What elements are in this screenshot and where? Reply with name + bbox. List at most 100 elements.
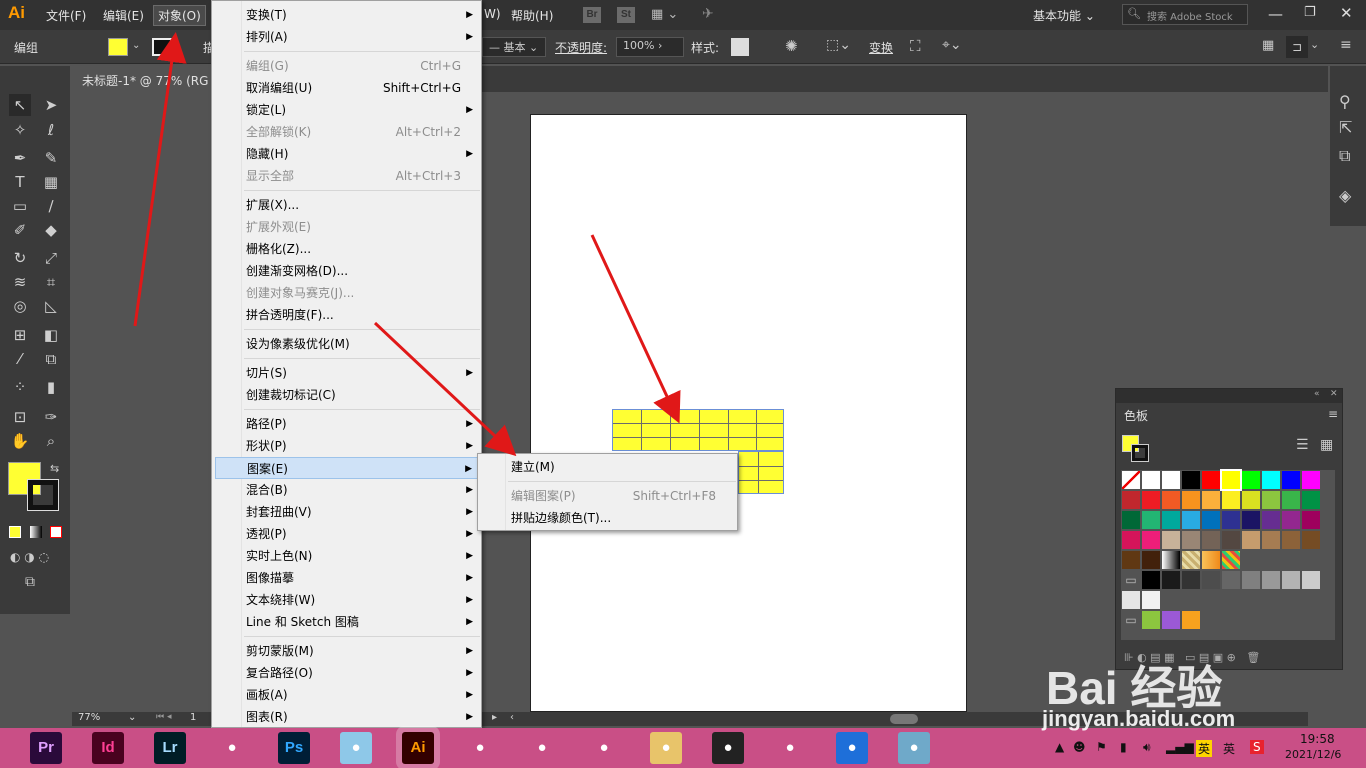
- isolate-icon[interactable]: ⛶: [910, 37, 921, 55]
- panel-close-icon[interactable]: ✕: [1330, 389, 1338, 399]
- eraser-icon[interactable]: ◆: [40, 219, 62, 241]
- search-input[interactable]: 搜索 Adobe Stock: [1147, 8, 1233, 23]
- gpu-icon[interactable]: ✈: [702, 6, 714, 22]
- taskbar-app-icon[interactable]: ●: [712, 732, 744, 764]
- panel-options-icon[interactable]: ⊐: [1286, 36, 1308, 58]
- object-menu-item[interactable]: 创建渐变网格(D)...: [242, 260, 481, 282]
- magic-wand-icon[interactable]: ✧: [9, 119, 31, 141]
- stock-icon[interactable]: St: [617, 7, 635, 23]
- color-swatch[interactable]: [1282, 531, 1300, 549]
- object-menu-item[interactable]: 取消编组(U) Shift+Ctrl+G: [242, 77, 481, 99]
- artboard-number[interactable]: 1: [190, 712, 196, 723]
- list-view-icon[interactable]: ☰: [1296, 437, 1309, 453]
- object-menu-item[interactable]: Line 和 Sketch 图稿 ▶: [242, 611, 481, 633]
- object-menu-item[interactable]: 透视(P) ▶: [242, 523, 481, 545]
- object-menu-item[interactable]: 文本绕排(W) ▶: [242, 589, 481, 611]
- gradient-mode-icon[interactable]: [30, 526, 42, 538]
- color-swatch[interactable]: [1162, 551, 1180, 569]
- blend-tool-icon[interactable]: ⧉: [40, 348, 62, 370]
- object-menu-item[interactable]: 切片(S) ▶: [242, 362, 481, 384]
- object-menu-item[interactable]: 路径(P) ▶: [242, 413, 481, 435]
- volume-icon[interactable]: 🔊︎: [1143, 740, 1151, 755]
- slice-tool-icon[interactable]: ✑: [40, 406, 62, 428]
- color-swatch[interactable]: [1182, 571, 1200, 589]
- taskbar-app-button[interactable]: Id: [92, 732, 124, 764]
- color-swatch[interactable]: [1142, 531, 1160, 549]
- object-menu-item[interactable]: 画板(A) ▶: [242, 684, 481, 706]
- curvature-tool-icon[interactable]: ✎: [40, 147, 62, 169]
- pattern-submenu-item[interactable]: 拼贴边缘颜色(T)...: [508, 507, 736, 529]
- object-menu-item[interactable]: 编组(G) Ctrl+G: [242, 55, 481, 77]
- color-swatch[interactable]: [1142, 471, 1160, 489]
- scroll-thumb[interactable]: [890, 714, 918, 724]
- object-menu-item[interactable]: 栅格化(Z)...: [242, 238, 481, 260]
- current-stroke-swatch[interactable]: [1131, 444, 1149, 462]
- color-swatch[interactable]: [1282, 511, 1300, 529]
- object-menu-item[interactable]: 创建裁切标记(C): [242, 384, 481, 406]
- rectangle-tool-icon[interactable]: ▭: [9, 195, 31, 217]
- object-menu-item[interactable]: 扩展(X)...: [242, 194, 481, 216]
- ime-mode[interactable]: 英: [1223, 740, 1235, 757]
- battery-icon[interactable]: ▮: [1120, 740, 1127, 754]
- object-menu-item[interactable]: 拼合透明度(F)...: [242, 304, 481, 326]
- swatch-folder-icon[interactable]: ▭: [1122, 571, 1140, 589]
- color-swatch[interactable]: [1142, 611, 1160, 629]
- artboard-tool-icon[interactable]: ⊡: [9, 406, 31, 428]
- hand-tool-icon[interactable]: ✋: [9, 430, 31, 452]
- color-swatch[interactable]: [1242, 511, 1260, 529]
- color-swatch[interactable]: [1162, 491, 1180, 509]
- yellow-grid-object-lower[interactable]: [738, 451, 784, 494]
- color-swatch[interactable]: [1182, 611, 1200, 629]
- color-swatch[interactable]: [1122, 511, 1140, 529]
- paintbrush-icon[interactable]: ∕: [40, 195, 62, 217]
- color-swatch[interactable]: [1182, 531, 1200, 549]
- menu-file[interactable]: 文件(F): [46, 7, 86, 24]
- object-menu-item[interactable]: 排列(A) ▶: [242, 26, 481, 48]
- color-swatch[interactable]: [1242, 491, 1260, 509]
- color-swatch[interactable]: [1202, 551, 1220, 569]
- color-swatch[interactable]: [1162, 571, 1180, 589]
- taskbar-app-button[interactable]: Pr: [30, 732, 62, 764]
- taskbar-app-icon[interactable]: ●: [340, 732, 372, 764]
- warp-tool-icon[interactable]: ≋: [9, 271, 31, 293]
- appearance-icon[interactable]: ⚲: [1339, 92, 1351, 111]
- align-icon[interactable]: ⬚⌄: [826, 37, 851, 53]
- color-swatch[interactable]: [1302, 531, 1320, 549]
- color-swatch[interactable]: [1182, 471, 1200, 489]
- first-artboard-icon[interactable]: ⏮ ◂: [156, 712, 171, 722]
- object-menu-item[interactable]: 锁定(L) ▶: [242, 99, 481, 121]
- graph-tool-icon[interactable]: ▮: [40, 376, 62, 398]
- symbol-sprayer-icon[interactable]: ⁘: [9, 376, 31, 398]
- menu-window-partial[interactable]: W): [484, 7, 501, 21]
- color-swatch[interactable]: [1262, 471, 1280, 489]
- color-swatch[interactable]: [1122, 491, 1140, 509]
- maximize-icon[interactable]: ❐: [1304, 5, 1316, 20]
- color-swatch[interactable]: [1262, 571, 1280, 589]
- perspective-grid-icon[interactable]: ◺: [40, 295, 62, 317]
- swatch-folder-icon[interactable]: ▭: [1122, 611, 1140, 629]
- color-swatch[interactable]: [1122, 551, 1140, 569]
- swatch-grid[interactable]: ▭ ▭: [1121, 469, 1335, 640]
- swap-colors-icon[interactable]: ⇆: [50, 462, 59, 475]
- stroke-swatch[interactable]: [152, 38, 172, 56]
- direct-selection-tool-icon[interactable]: ➤: [40, 94, 62, 116]
- color-swatch[interactable]: [1202, 511, 1220, 529]
- object-menu-item[interactable]: 形状(P) ▶: [242, 435, 481, 457]
- color-swatch[interactable]: [1202, 571, 1220, 589]
- color-swatch[interactable]: [1282, 491, 1300, 509]
- color-swatch[interactable]: [1222, 571, 1240, 589]
- color-swatch[interactable]: [1302, 471, 1320, 489]
- stroke-color-box[interactable]: [27, 479, 59, 511]
- zoom-level[interactable]: 77%: [78, 712, 100, 723]
- menu-edit[interactable]: 编辑(E): [103, 7, 144, 24]
- color-swatch[interactable]: [1162, 531, 1180, 549]
- color-swatch[interactable]: [1142, 491, 1160, 509]
- object-menu-item[interactable]: 实时上色(N) ▶: [242, 545, 481, 567]
- color-swatch[interactable]: [1222, 491, 1240, 509]
- clock-date[interactable]: 2021/12/6: [1285, 748, 1341, 761]
- type-tool-icon[interactable]: T: [9, 171, 31, 193]
- taskbar-app-button[interactable]: Lr: [154, 732, 186, 764]
- pen-tool-icon[interactable]: ✒: [9, 147, 31, 169]
- object-menu-item[interactable]: 扩展外观(E): [242, 216, 481, 238]
- pattern-submenu-item[interactable]: 编辑图案(P) Shift+Ctrl+F8: [508, 485, 736, 507]
